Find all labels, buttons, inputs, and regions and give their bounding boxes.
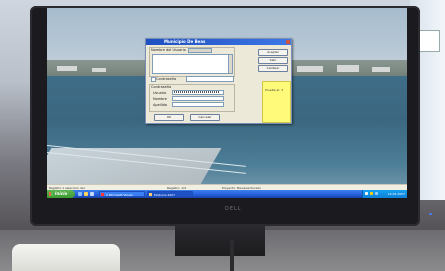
shore-building (92, 68, 106, 72)
taskbar: Inicio 2 Microsoft Visual Modulos 2007 1… (47, 190, 407, 198)
clock[interactable]: 10:04 2007 (388, 190, 405, 198)
paper-roll (12, 244, 120, 271)
cancel-button[interactable]: Cancelar (190, 114, 220, 121)
password-mask (174, 91, 220, 93)
section2-label: Contraseña (151, 85, 172, 89)
dialog-title: Municipio De Beas (164, 39, 206, 44)
row2-label: Nombre (153, 97, 167, 101)
start-label: Inicio (55, 191, 68, 196)
task-visual-basic[interactable]: 2 Microsoft Visual (99, 191, 145, 197)
close-icon[interactable] (286, 40, 290, 44)
shore-building (337, 65, 359, 72)
row1-label: Usuario (153, 91, 167, 95)
power-led-icon (429, 213, 432, 215)
app-icon (149, 193, 152, 196)
task-label: Modulos 2007 (154, 193, 176, 197)
cable (230, 240, 234, 271)
surname-field[interactable] (172, 102, 224, 107)
sticky-text: Prueba el: 3 (265, 88, 283, 92)
user-list[interactable] (152, 54, 230, 74)
ie-icon[interactable] (78, 192, 82, 196)
exit-button[interactable]: Salir (258, 57, 288, 64)
system-tray: 10:04 2007 (362, 190, 407, 198)
user-name-field[interactable] (188, 48, 212, 53)
shore-building (57, 66, 77, 71)
combo-field[interactable] (186, 76, 234, 82)
dialog-titlebar[interactable]: Municipio De Beas (146, 39, 291, 45)
user-field[interactable] (172, 90, 224, 95)
accept-button[interactable]: Aceptar (258, 49, 288, 56)
speaker-icon[interactable] (370, 192, 373, 195)
screen: Municipio De Beas Nombre del Usuario Con… (47, 8, 407, 198)
change-button[interactable]: Cambiar (258, 65, 288, 72)
shore-building (297, 66, 323, 72)
checkbox-label: Contraseña (156, 77, 177, 81)
desktop-icon[interactable] (90, 192, 94, 196)
folder-icon[interactable] (84, 192, 88, 196)
name-field[interactable] (172, 96, 224, 101)
task-label: 2 Microsoft Visual (106, 193, 133, 197)
shield-icon[interactable] (375, 192, 378, 195)
task-modulos[interactable]: Modulos 2007 (147, 191, 193, 197)
monitor-stand (175, 226, 265, 256)
ok-button[interactable]: OK (154, 114, 184, 121)
shore-building (372, 67, 390, 72)
login-dialog: Municipio De Beas Nombre del Usuario Con… (145, 38, 292, 124)
network-icon[interactable] (365, 192, 368, 195)
start-button[interactable]: Inicio (47, 190, 75, 198)
monitor-brand: DELL (225, 206, 242, 212)
row3-label: Apellido (153, 103, 168, 107)
app-icon (101, 193, 104, 196)
section1-label: Nombre del Usuario (151, 48, 186, 52)
scrollbar[interactable] (228, 54, 233, 74)
sticky-note: Prueba el: 3 (262, 81, 291, 123)
windows-flag-icon (49, 192, 53, 196)
